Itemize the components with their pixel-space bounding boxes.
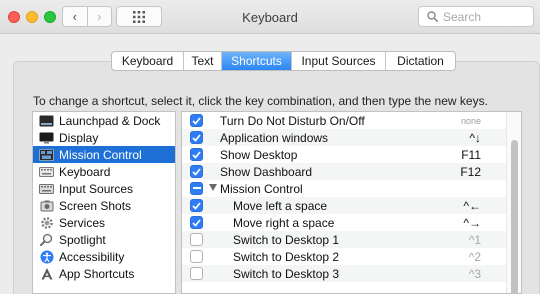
shortcut-label: Application windows [220,131,329,145]
shortcut-category-list: Launchpad & Dock Display Mission Control… [32,111,176,294]
tab-bar: Keyboard Text Shortcuts Input Sources Di… [111,51,456,71]
shortcut-row-move-right-space[interactable]: Move right a space ^→ [182,214,521,231]
tab-shortcuts[interactable]: Shortcuts [221,52,291,70]
checkmark-icon [192,218,201,227]
checkmark-icon [192,150,201,159]
shortcut-key[interactable]: ^↓ [469,131,481,145]
shortcut-label: Show Desktop [220,148,298,162]
shortcut-label: Move right a space [233,216,335,230]
shortcut-label: Switch to Desktop 1 [233,233,340,247]
shortcut-checkbox[interactable] [190,250,203,263]
shortcut-checkbox[interactable] [190,199,203,212]
tab-dictation[interactable]: Dictation [385,52,455,70]
scrollbar-thumb[interactable] [511,140,518,293]
shortcut-list: Turn Do Not Disturb On/Off none Applicat… [181,111,522,294]
group-checkbox[interactable] [190,182,203,195]
shortcut-key[interactable]: ^2 [469,250,481,264]
shortcut-key[interactable]: ^1 [469,233,481,247]
disclosure-triangle-icon[interactable] [209,184,217,191]
group-label: Mission Control [220,182,303,196]
shortcut-row-show-dashboard[interactable]: Show Dashboard F12 [182,163,521,180]
instructions-text: To change a shortcut, select it, click t… [33,94,488,108]
category-mission-control[interactable]: Mission Control [33,146,175,163]
search-input[interactable] [443,9,523,24]
category-app-shortcuts[interactable]: App Shortcuts [33,265,175,282]
shortcut-row-switch-desktop-2[interactable]: Switch to Desktop 2 ^2 [182,248,521,265]
shortcut-key[interactable]: ^3 [469,267,481,281]
shortcut-row-move-left-space[interactable]: Move left a space ^← [182,197,521,214]
search-icon [427,11,438,22]
mission-control-icon [39,148,54,161]
shortcut-checkbox[interactable] [190,114,203,127]
title-bar: ‹ › Keyboard [0,0,540,34]
category-accessibility[interactable]: Accessibility [33,248,175,265]
shortcut-checkbox[interactable] [190,148,203,161]
shortcut-list-scrollbar[interactable] [506,112,521,293]
checkmark-icon [192,201,201,210]
app-shortcuts-icon [39,267,54,280]
category-keyboard[interactable]: Keyboard [33,163,175,180]
launchpad-icon [39,114,54,127]
input-sources-icon [39,182,54,195]
shortcut-group-mission-control[interactable]: Mission Control [182,180,521,197]
shortcut-row-show-desktop[interactable]: Show Desktop F11 [182,146,521,163]
shortcut-label: Switch to Desktop 3 [233,267,340,281]
shortcut-key[interactable]: none [461,116,481,126]
gear-icon [39,216,54,229]
category-screen-shots[interactable]: Screen Shots [33,197,175,214]
shortcut-checkbox[interactable] [190,233,203,246]
shortcut-key[interactable]: F12 [460,165,481,179]
category-spotlight[interactable]: Spotlight [33,231,175,248]
shortcut-label: Turn Do Not Disturb On/Off [220,114,365,128]
category-input-sources[interactable]: Input Sources [33,180,175,197]
shortcut-checkbox[interactable] [190,165,203,178]
shortcut-row-do-not-disturb[interactable]: Turn Do Not Disturb On/Off none [182,112,521,129]
keyboard-icon [39,165,54,178]
tab-text[interactable]: Text [183,52,221,70]
shortcut-label: Show Dashboard [220,165,313,179]
accessibility-icon [39,250,54,263]
shortcut-checkbox[interactable] [190,267,203,280]
shortcut-row-switch-desktop-3[interactable]: Switch to Desktop 3 ^3 [182,265,521,282]
shortcut-key[interactable]: ^→ [463,216,481,230]
shortcut-label: Move left a space [233,199,328,213]
screenshot-icon [39,199,54,212]
shortcut-key[interactable]: F11 [461,148,481,162]
search-field[interactable] [418,6,534,27]
shortcut-key[interactable]: ^← [463,199,481,213]
display-icon [39,131,54,144]
shortcut-row-switch-desktop-1[interactable]: Switch to Desktop 1 ^1 [182,231,521,248]
dash-icon [192,187,201,189]
category-launchpad-dock[interactable]: Launchpad & Dock [33,112,175,129]
checkmark-icon [192,167,201,176]
spotlight-icon [39,233,54,246]
tab-keyboard[interactable]: Keyboard [112,52,183,70]
shortcut-label: Switch to Desktop 2 [233,250,340,264]
checkmark-icon [192,116,201,125]
category-display[interactable]: Display [33,129,175,146]
shortcut-row-application-windows[interactable]: Application windows ^↓ [182,129,521,146]
shortcut-checkbox[interactable] [190,131,203,144]
category-services[interactable]: Services [33,214,175,231]
tab-input-sources[interactable]: Input Sources [291,52,385,70]
shortcut-checkbox[interactable] [190,216,203,229]
checkmark-icon [192,133,201,142]
